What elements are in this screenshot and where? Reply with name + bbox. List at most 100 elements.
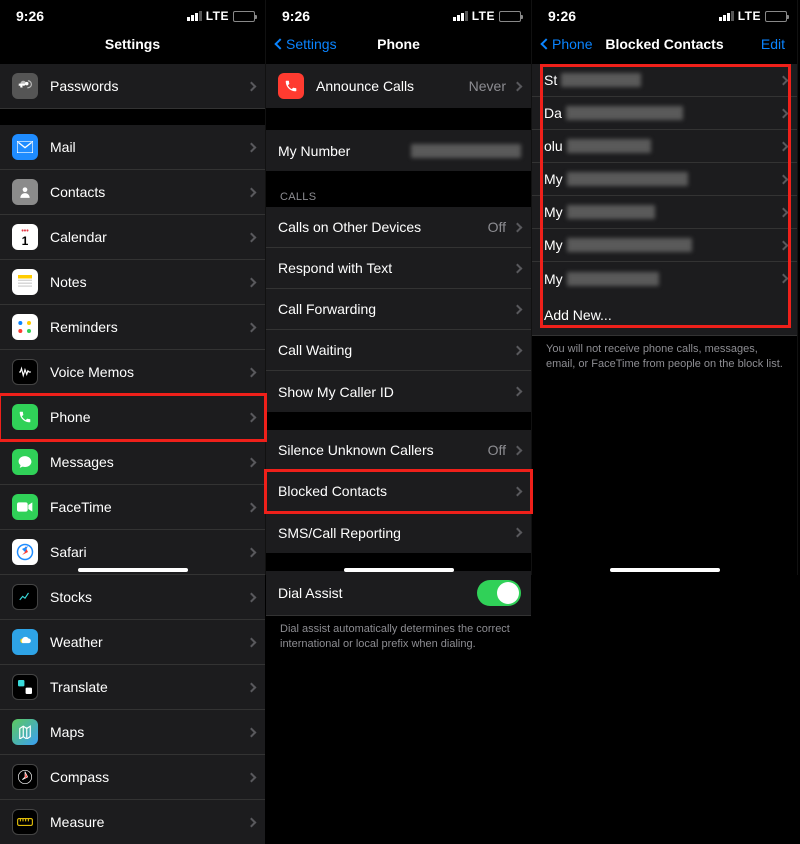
my-number-row[interactable]: My Number	[266, 130, 531, 171]
row-silence[interactable]: Silence Unknown CallersOff	[266, 430, 531, 471]
status-right: LTE	[187, 9, 255, 23]
row-label: Passwords	[50, 78, 248, 94]
chevron-right-icon	[513, 528, 523, 538]
section-header-calls: CALLS	[266, 185, 531, 207]
row-forwarding[interactable]: Call Forwarding	[266, 289, 531, 330]
row-label: Respond with Text	[278, 260, 514, 276]
row-label: Safari	[50, 544, 248, 560]
blocked-contact-row[interactable]: My	[532, 196, 797, 229]
voice-icon	[12, 359, 38, 385]
back-label: Phone	[552, 36, 592, 52]
status-bar: 9:26 LTE	[266, 0, 531, 26]
settings-row-translate[interactable]: Translate	[0, 665, 265, 710]
compass-icon	[12, 764, 38, 790]
row-blocked[interactable]: Blocked Contacts	[266, 471, 531, 512]
chevron-right-icon	[247, 232, 257, 242]
row-label: SMS/Call Reporting	[278, 525, 514, 541]
title-text: Phone	[377, 36, 420, 52]
blocked-contact-row[interactable]: My	[532, 163, 797, 196]
phone-settings-pane: 9:26 LTE Settings Phone Announce Calls N…	[266, 0, 532, 575]
settings-row-passwords[interactable]: Passwords	[0, 64, 265, 109]
back-button[interactable]: Phone	[542, 36, 592, 52]
signal-icon	[719, 11, 734, 21]
settings-row-stocks[interactable]: Stocks	[0, 575, 265, 620]
settings-row-contacts[interactable]: Contacts	[0, 170, 265, 215]
messages-icon	[12, 449, 38, 475]
blocked-contact-row[interactable]: My	[532, 229, 797, 262]
row-respond[interactable]: Respond with Text	[266, 248, 531, 289]
home-indicator[interactable]	[610, 568, 720, 572]
settings-row-compass[interactable]: Compass	[0, 755, 265, 800]
translate-icon	[12, 674, 38, 700]
settings-row-messages[interactable]: Messages	[0, 440, 265, 485]
stocks-icon	[12, 584, 38, 610]
weather-icon	[12, 629, 38, 655]
settings-row-weather[interactable]: Weather	[0, 620, 265, 665]
chevron-right-icon	[247, 187, 257, 197]
row-label: Maps	[50, 724, 248, 740]
edit-button[interactable]: Edit	[761, 36, 785, 52]
row-label: Call Forwarding	[278, 301, 514, 317]
contact-name-redacted: My	[544, 237, 780, 253]
row-label: Compass	[50, 769, 248, 785]
settings-list[interactable]: Passwords MailContacts•••1CalendarNotes Re…	[0, 64, 265, 844]
row-label: Call Waiting	[278, 342, 514, 358]
add-new-row[interactable]: Add New...	[532, 295, 797, 336]
row-label: Calls on Other Devices	[278, 219, 488, 235]
settings-row-phone[interactable]: Phone	[0, 395, 265, 440]
back-label: Settings	[286, 36, 337, 52]
signal-icon	[453, 11, 468, 21]
row-waiting[interactable]: Call Waiting	[266, 330, 531, 371]
row-callerid[interactable]: Show My Caller ID	[266, 371, 531, 412]
chevron-right-icon	[247, 322, 257, 332]
blocked-contact-row[interactable]: olu	[532, 130, 797, 163]
status-time: 9:26	[16, 8, 44, 24]
settings-row-measure[interactable]: Measure	[0, 800, 265, 844]
status-time: 9:26	[282, 8, 310, 24]
chevron-right-icon	[779, 207, 789, 217]
blocked-contact-row[interactable]: My	[532, 262, 797, 295]
chevron-right-icon	[513, 445, 523, 455]
home-indicator[interactable]	[78, 568, 188, 572]
dial-assist-row[interactable]: Dial Assist	[266, 571, 531, 616]
back-button[interactable]: Settings	[276, 36, 337, 52]
chevron-right-icon	[513, 345, 523, 355]
announce-calls-row[interactable]: Announce Calls Never	[266, 64, 531, 108]
dial-assist-toggle[interactable]	[477, 580, 521, 606]
status-right: LTE	[453, 9, 521, 23]
row-label: Reminders	[50, 319, 248, 335]
chevron-right-icon	[247, 367, 257, 377]
settings-row-notes[interactable]: Notes	[0, 260, 265, 305]
blocked-contact-row[interactable]: Da	[532, 97, 797, 130]
reminders-icon	[12, 314, 38, 340]
contact-name-redacted: My	[544, 271, 780, 287]
settings-row-calendar[interactable]: •••1Calendar	[0, 215, 265, 260]
row-sms-report[interactable]: SMS/Call Reporting	[266, 512, 531, 553]
home-indicator[interactable]	[344, 568, 454, 572]
row-label: FaceTime	[50, 499, 248, 515]
maps-icon	[12, 719, 38, 745]
phone-icon	[12, 404, 38, 430]
status-right: LTE	[719, 9, 787, 23]
page-title: Settings Phone	[266, 26, 531, 64]
settings-row-mail[interactable]: Mail	[0, 125, 265, 170]
status-bar: 9:26 LTE	[532, 0, 797, 26]
network-label: LTE	[738, 9, 761, 23]
phone-settings-list[interactable]: Announce Calls Never My Number CALLS Cal…	[266, 64, 531, 652]
settings-row-facetime[interactable]: FaceTime	[0, 485, 265, 530]
dial-assist-footer: Dial assist automatically determines the…	[266, 616, 531, 652]
settings-row-voice-memos[interactable]: Voice Memos	[0, 350, 265, 395]
row-label: Measure	[50, 814, 248, 830]
row-label: Blocked Contacts	[278, 483, 514, 499]
facetime-icon	[12, 494, 38, 520]
settings-row-maps[interactable]: Maps	[0, 710, 265, 755]
row-label: Translate	[50, 679, 248, 695]
measure-icon	[12, 809, 38, 835]
chevron-right-icon	[247, 142, 257, 152]
row-other-devices[interactable]: Calls on Other DevicesOff	[266, 207, 531, 248]
settings-row-reminders[interactable]: Reminders	[0, 305, 265, 350]
blocked-contact-row[interactable]: St	[532, 64, 797, 97]
chevron-right-icon	[513, 222, 523, 232]
blocked-list[interactable]: StDaoluMyMyMyMy Add New...	[532, 64, 797, 336]
chevron-right-icon	[247, 682, 257, 692]
